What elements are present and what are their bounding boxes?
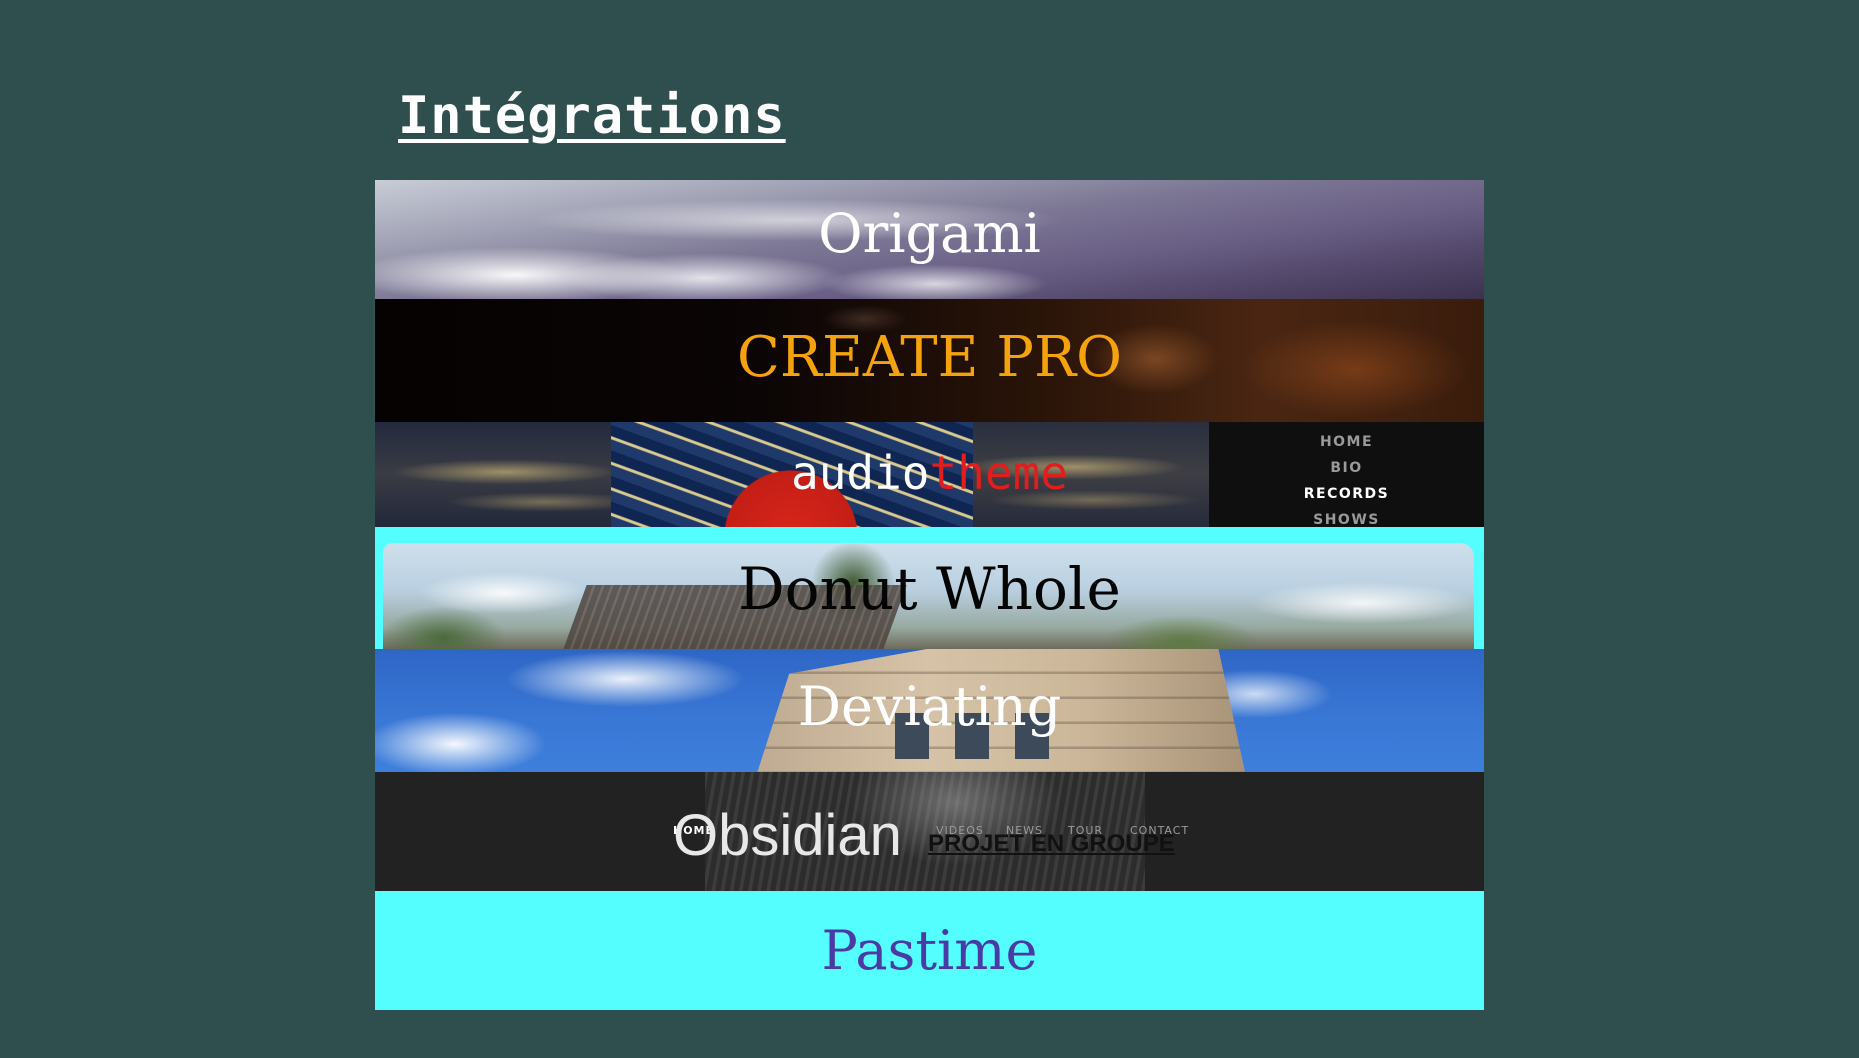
integration-create-pro-title: CREATE PRO	[736, 325, 1123, 390]
integration-create-pro[interactable]: CREATE PRO	[375, 299, 1484, 422]
integration-audiotheme[interactable]: HOME BIO RECORDS SHOWS audiotheme	[375, 422, 1484, 527]
integrations-list: Origami CREATE PRO HOME BIO RECORDS SHOW…	[375, 180, 1484, 1010]
audiotheme-nav-shows: SHOWS	[1313, 512, 1380, 527]
integration-deviating[interactable]: Deviating	[375, 649, 1484, 772]
integration-obsidian[interactable]: HOME VIDEOS NEWS TOUR CONTACT Obsidian P…	[375, 772, 1484, 891]
integration-origami-title: Origami	[818, 202, 1041, 265]
integration-audiotheme-title: audiotheme	[375, 446, 1484, 500]
integration-pastime-title: Pastime	[821, 919, 1038, 982]
projet-en-groupe-link[interactable]: PROJET EN GROUPE	[928, 830, 1175, 858]
integration-pastime[interactable]: Pastime	[375, 891, 1484, 1010]
integration-donut-whole[interactable]: Donut Whole	[375, 527, 1484, 649]
page-title: Intégrations	[398, 86, 786, 146]
integration-origami[interactable]: Origami	[375, 180, 1484, 299]
integration-obsidian-title: Obsidian	[673, 803, 902, 868]
integration-donut-whole-title: Donut Whole	[738, 555, 1121, 623]
integration-deviating-title: Deviating	[797, 675, 1062, 738]
audiotheme-title-part-audio: audio	[791, 446, 930, 500]
audiotheme-title-part-theme: theme	[929, 446, 1068, 500]
